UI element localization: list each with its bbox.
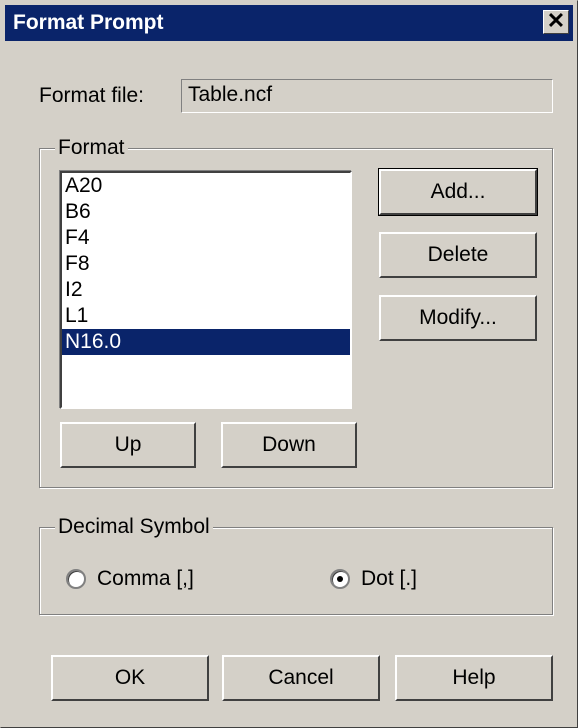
help-button[interactable]: Help: [395, 655, 553, 701]
add-button[interactable]: Add...: [378, 168, 538, 216]
up-button[interactable]: Up: [60, 422, 196, 468]
format-file-field: Table.ncf: [181, 79, 553, 113]
list-item-selected[interactable]: N16.0: [62, 329, 350, 355]
title-bar[interactable]: Format Prompt ✕: [5, 5, 573, 41]
decimal-symbol-legend: Decimal Symbol: [55, 514, 213, 540]
radio-checked-dot: [337, 576, 343, 582]
window-title: Format Prompt: [13, 11, 164, 34]
comma-radio-label[interactable]: Comma [,]: [97, 566, 194, 592]
format-file-label: Format file:: [39, 84, 145, 107]
list-item[interactable]: A20: [62, 173, 350, 199]
format-group-legend: Format: [55, 135, 128, 161]
list-item[interactable]: I2: [62, 277, 350, 303]
format-listbox[interactable]: A20 B6 F4 F8 I2 L1 N16.0: [60, 171, 352, 409]
delete-button[interactable]: Delete: [379, 232, 537, 278]
cancel-button[interactable]: Cancel: [222, 655, 380, 701]
down-button[interactable]: Down: [221, 422, 357, 468]
close-button[interactable]: ✕: [543, 10, 569, 34]
list-item[interactable]: B6: [62, 199, 350, 225]
modify-button[interactable]: Modify...: [379, 295, 537, 341]
list-item[interactable]: F8: [62, 251, 350, 277]
list-item[interactable]: L1: [62, 303, 350, 329]
list-item[interactable]: F4: [62, 225, 350, 251]
dot-radio[interactable]: [330, 569, 350, 589]
close-icon: ✕: [546, 8, 566, 33]
format-prompt-dialog: Format Prompt ✕ Format file: Table.ncf F…: [0, 0, 578, 728]
ok-button[interactable]: OK: [51, 655, 209, 701]
dot-radio-label[interactable]: Dot [.]: [361, 566, 417, 592]
comma-radio[interactable]: [66, 569, 86, 589]
